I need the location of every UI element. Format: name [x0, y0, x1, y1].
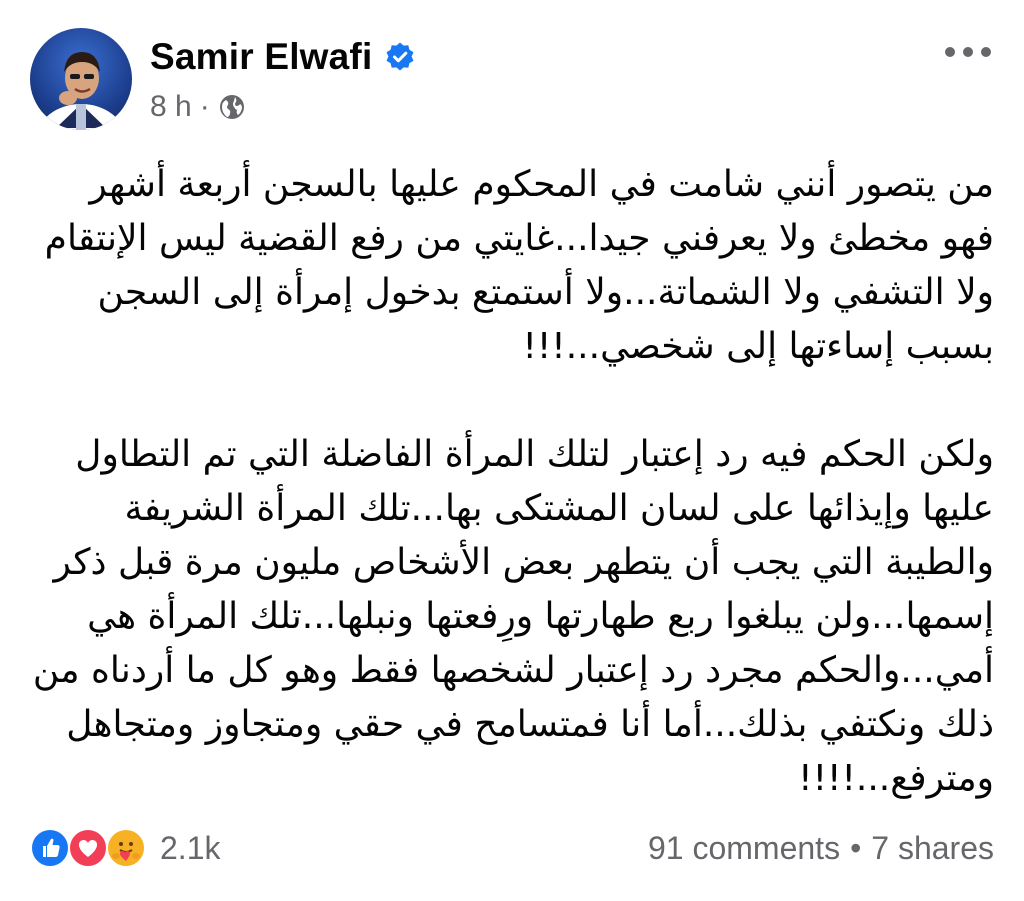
post-footer: 2.1k 91 comments • 7 shares	[30, 820, 994, 876]
reactions-summary[interactable]: 2.1k	[30, 828, 220, 868]
reaction-icons	[30, 828, 148, 868]
post-timestamp[interactable]: 8 h	[150, 90, 192, 124]
author-avatar[interactable]	[30, 28, 132, 130]
more-options-icon	[945, 47, 991, 57]
comments-link[interactable]: 91 comments	[648, 830, 840, 867]
author-name[interactable]: Samir Elwafi	[150, 36, 372, 78]
post-body: من يتصور أنني شامت في المحكوم عليها بالس…	[28, 158, 994, 806]
like-icon	[30, 828, 70, 868]
more-options-button[interactable]	[938, 32, 998, 72]
author-line: Samir Elwafi	[150, 36, 416, 78]
post-paragraph-1: من يتصور أنني شامت في المحكوم عليها بالس…	[44, 164, 994, 367]
stats-separator: •	[850, 829, 862, 866]
globe-icon[interactable]	[218, 93, 246, 121]
love-icon	[68, 828, 108, 868]
avatar-portrait	[38, 52, 124, 130]
post-meta: 8 h ·	[150, 90, 246, 124]
reaction-count: 2.1k	[160, 829, 221, 866]
post-paragraph-2: ولكن الحكم فيه رد إعتبار لتلك المرأة الف…	[32, 434, 994, 799]
post-header: Samir Elwafi 8 h ·	[30, 28, 1000, 132]
care-icon	[106, 828, 146, 868]
verified-badge-icon	[384, 41, 416, 73]
meta-separator: ·	[199, 90, 210, 123]
shares-link[interactable]: 7 shares	[871, 830, 994, 867]
engagement-stats: 91 comments • 7 shares	[648, 830, 994, 867]
